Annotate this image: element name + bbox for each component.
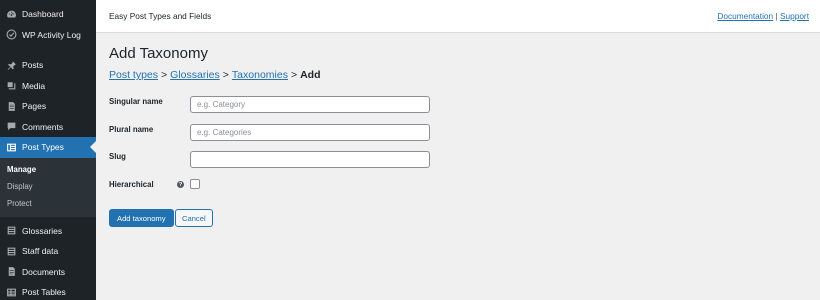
link-separator: | bbox=[775, 11, 778, 21]
submenu-item-manage[interactable]: Manage bbox=[0, 161, 96, 178]
sidebar-item-label: Glossaries bbox=[22, 225, 63, 236]
support-link[interactable]: Support bbox=[780, 11, 809, 21]
pages-icon bbox=[6, 101, 17, 112]
add-taxonomy-button[interactable]: Add taxonomy bbox=[109, 209, 174, 227]
sidebar-item-label: Pages bbox=[22, 101, 47, 112]
table-icon bbox=[6, 287, 17, 298]
list-icon bbox=[6, 225, 17, 236]
sidebar-item-post-tables[interactable]: Post Tables bbox=[0, 282, 96, 300]
sidebar-item-label: Documents bbox=[22, 266, 65, 277]
sidebar-item-label: Dashboard bbox=[22, 9, 64, 20]
comment-icon bbox=[6, 121, 17, 132]
dashboard-icon bbox=[6, 9, 17, 20]
sidebar-item-post-types[interactable]: Post Types bbox=[0, 137, 96, 158]
slug-input[interactable] bbox=[190, 151, 430, 168]
sidebar-item-pages[interactable]: Pages bbox=[0, 96, 96, 117]
sidebar-item-label: Media bbox=[22, 80, 46, 91]
sidebar-item-label: WP Activity Log bbox=[22, 29, 81, 40]
breadcrumb-current: Add bbox=[300, 69, 321, 81]
sidebar-item-label: Staff data bbox=[22, 246, 59, 257]
sidebar-item-label: Comments bbox=[22, 121, 64, 132]
sidebar-item-documents[interactable]: Documents bbox=[0, 262, 96, 283]
sidebar-item-staff-data[interactable]: Staff data bbox=[0, 241, 96, 262]
breadcrumb-taxonomies[interactable]: Taxonomies bbox=[232, 69, 288, 81]
media-icon bbox=[6, 80, 17, 91]
plugin-header: Easy Post Types and Fields Documentation… bbox=[96, 0, 820, 33]
documentation-link[interactable]: Documentation bbox=[717, 11, 773, 21]
submenu-item-display[interactable]: Display bbox=[0, 178, 96, 195]
post-types-icon bbox=[6, 142, 17, 153]
sidebar-item-media[interactable]: Media bbox=[0, 76, 96, 97]
sidebar-item-label: Posts bbox=[22, 60, 44, 71]
breadcrumb-glossaries[interactable]: Glossaries bbox=[170, 69, 220, 81]
header-links: Documentation | Support bbox=[717, 11, 809, 21]
plural-name-input[interactable] bbox=[190, 124, 430, 141]
sidebar-item-dashboard[interactable]: Dashboard bbox=[0, 4, 96, 25]
sidebar-item-comments[interactable]: Comments bbox=[0, 117, 96, 138]
admin-sidebar: Dashboard WP Activity Log Posts Media Pa… bbox=[0, 0, 96, 300]
cancel-button[interactable]: Cancel bbox=[175, 209, 213, 227]
slug-label: Slug bbox=[109, 152, 126, 161]
sidebar-item-activity-log[interactable]: WP Activity Log bbox=[0, 25, 96, 46]
plural-name-label: Plural name bbox=[109, 125, 154, 134]
breadcrumb: Post types > Glossaries > Taxonomies > Add bbox=[109, 69, 321, 81]
document-icon bbox=[6, 266, 17, 277]
activity-log-icon bbox=[6, 29, 17, 40]
page-title: Add Taxonomy bbox=[109, 45, 208, 62]
help-icon[interactable]: ? bbox=[177, 181, 184, 188]
post-types-submenu: Manage Display Protect bbox=[0, 157, 96, 217]
breadcrumb-separator: > bbox=[222, 69, 229, 81]
hierarchical-label: Hierarchical bbox=[109, 180, 154, 189]
singular-name-label: Singular name bbox=[109, 97, 163, 106]
hierarchical-checkbox[interactable] bbox=[190, 179, 200, 189]
sidebar-item-glossaries[interactable]: Glossaries bbox=[0, 221, 96, 242]
singular-name-input[interactable] bbox=[190, 96, 430, 113]
breadcrumb-separator: > bbox=[161, 69, 168, 81]
main-content: Add Taxonomy Post types > Glossaries > Taxon… bbox=[96, 33, 820, 300]
pin-icon bbox=[6, 60, 17, 71]
sidebar-item-posts[interactable]: Posts bbox=[0, 55, 96, 76]
app-title: Easy Post Types and Fields bbox=[109, 11, 212, 21]
submenu-item-protect[interactable]: Protect bbox=[0, 195, 96, 212]
sidebar-item-label: Post Types bbox=[22, 142, 64, 153]
breadcrumb-separator: > bbox=[290, 69, 298, 81]
list-icon bbox=[6, 246, 17, 257]
breadcrumb-post-types[interactable]: Post types bbox=[109, 69, 158, 81]
sidebar-item-label: Post Tables bbox=[22, 287, 66, 298]
